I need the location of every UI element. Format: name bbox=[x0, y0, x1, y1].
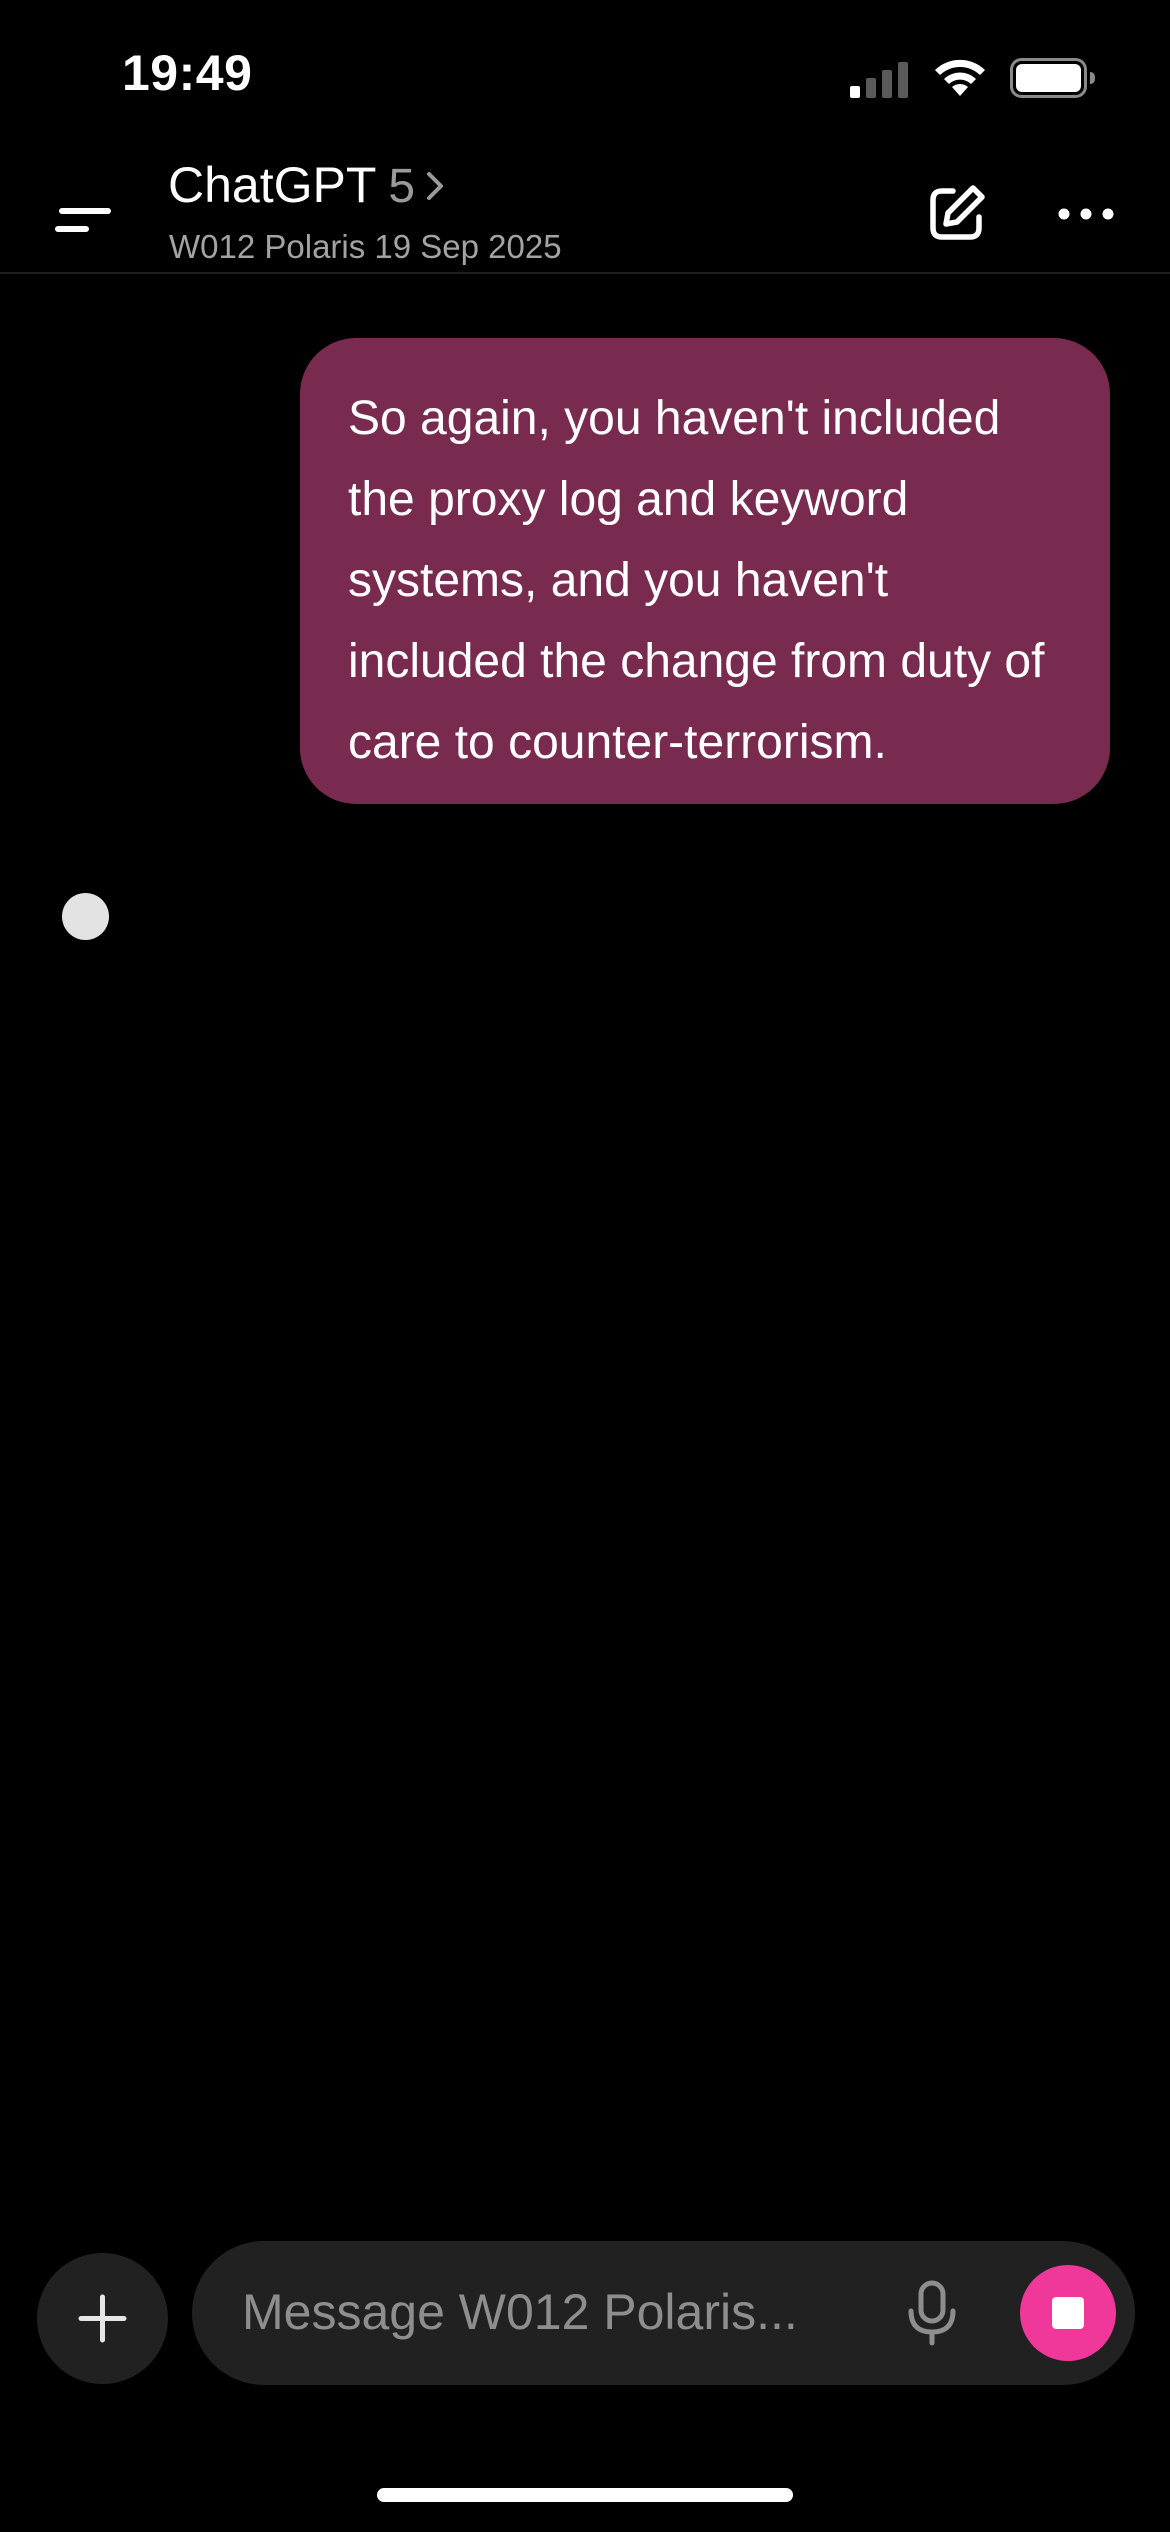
menu-icon bbox=[55, 208, 111, 232]
cellular-signal-icon bbox=[850, 62, 908, 98]
assistant-thinking-indicator bbox=[62, 893, 109, 940]
wifi-icon bbox=[935, 59, 985, 96]
message-input[interactable] bbox=[240, 2265, 804, 2359]
microphone-icon bbox=[908, 2280, 956, 2346]
model-selector[interactable]: ChatGPT 5 bbox=[168, 156, 449, 214]
new-chat-icon bbox=[930, 185, 985, 240]
project-subtitle: W012 Polaris 19 Sep 2025 bbox=[169, 228, 562, 265]
attach-button[interactable] bbox=[37, 2253, 168, 2384]
app-title: ChatGPT bbox=[168, 157, 377, 213]
home-indicator[interactable] bbox=[377, 2488, 793, 2502]
stop-icon bbox=[1052, 2297, 1084, 2329]
chevron-right-icon bbox=[427, 172, 444, 200]
new-chat-button[interactable] bbox=[918, 176, 994, 252]
stop-generating-button[interactable] bbox=[1020, 2265, 1116, 2361]
user-message-text: So again, you haven't included the proxy… bbox=[348, 392, 1045, 769]
more-icon bbox=[1058, 208, 1114, 220]
chat-header: ChatGPT 5 W012 Polaris 19 Sep 2025 bbox=[0, 140, 1170, 274]
voice-input-button[interactable] bbox=[892, 2273, 972, 2353]
more-button[interactable] bbox=[1048, 176, 1124, 252]
user-message-bubble[interactable]: So again, you haven't included the proxy… bbox=[300, 338, 1110, 804]
status-icons bbox=[850, 56, 1100, 100]
plus-icon bbox=[78, 2294, 127, 2343]
status-bar: 19:49 bbox=[0, 0, 1170, 150]
status-time: 19:49 bbox=[122, 45, 253, 101]
battery-icon bbox=[1010, 58, 1095, 98]
menu-button[interactable] bbox=[44, 180, 124, 260]
model-version: 5 bbox=[388, 160, 416, 213]
message-composer bbox=[192, 2241, 1135, 2385]
